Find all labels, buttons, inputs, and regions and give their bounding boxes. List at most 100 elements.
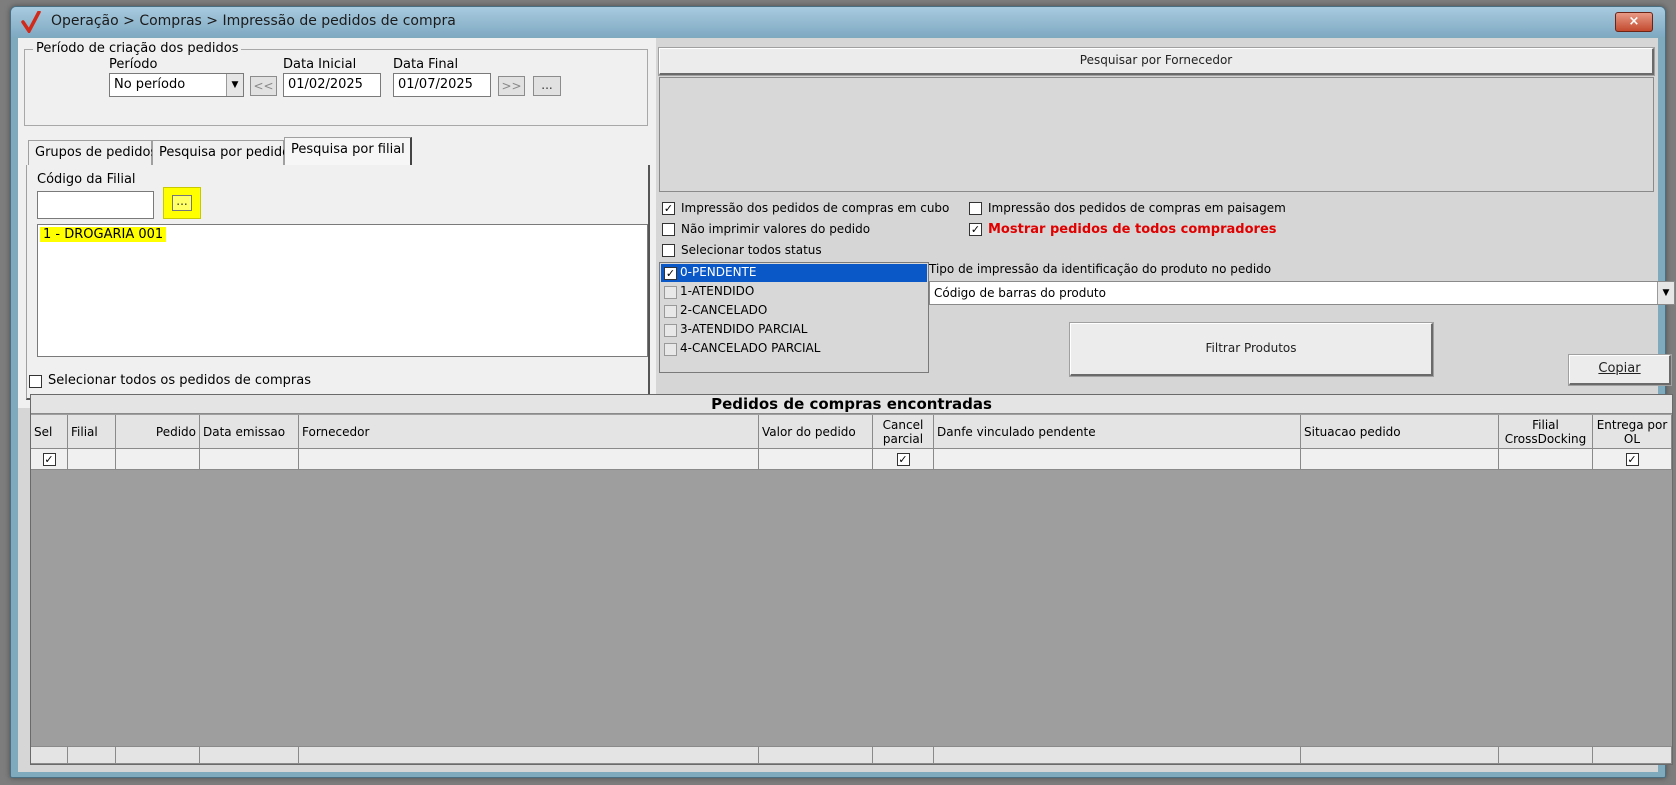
chevron-down-icon[interactable]: ▼ — [1657, 282, 1674, 304]
cubo-checkbox[interactable]: ✓ — [662, 202, 675, 215]
row-situacao-cell[interactable] — [1301, 449, 1499, 470]
footer-cell — [116, 746, 200, 764]
list-item[interactable]: 1 - DROGARIA 001 — [40, 227, 167, 242]
data-final-input[interactable]: 01/07/2025 — [393, 73, 491, 97]
column-header-valor-pedido[interactable]: Valor do pedido — [759, 415, 873, 449]
periodo-label: Período — [109, 57, 158, 72]
column-header-sel[interactable]: Sel — [31, 415, 68, 449]
row-valor-cell[interactable] — [759, 449, 873, 470]
grid-title: Pedidos de compras encontradas — [31, 395, 1672, 414]
paisagem-checkbox[interactable] — [969, 202, 982, 215]
list-item[interactable]: 3-ATENDIDO PARCIAL — [680, 322, 807, 336]
select-all-orders-label: Selecionar todos os pedidos de compras — [48, 373, 311, 388]
nao-valores-label: Não imprimir valores do pedido — [681, 222, 871, 236]
footer-cell — [1301, 746, 1499, 764]
row-data-cell[interactable] — [200, 449, 299, 470]
footer-cell — [68, 746, 116, 764]
checkmark-app-icon — [21, 11, 41, 33]
list-item[interactable]: 0-PENDENTE — [680, 265, 756, 279]
prev-period-button[interactable]: << — [250, 76, 277, 96]
grid-footer-row — [31, 746, 1672, 764]
status-3-checkbox[interactable] — [664, 324, 677, 337]
filial-search-button[interactable]: ... — [163, 187, 201, 219]
next-period-button[interactable]: >> — [498, 76, 525, 96]
periodo-group-legend: Período de criação dos pedidos — [33, 41, 242, 56]
mostrar-compradores-checkbox[interactable]: ✓ — [969, 223, 982, 236]
filial-list[interactable]: 1 - DROGARIA 001 — [37, 224, 648, 357]
chevron-down-icon[interactable]: ▼ — [226, 74, 243, 96]
row-pedido-cell[interactable] — [116, 449, 200, 470]
filtrar-produtos-button[interactable]: Filtrar Produtos — [1069, 322, 1434, 377]
footer-cell — [200, 746, 299, 764]
row-entrega-cell[interactable]: ✓ — [1593, 449, 1672, 470]
row-cancel-checkbox[interactable]: ✓ — [896, 452, 910, 466]
status-1-checkbox[interactable] — [664, 286, 677, 299]
list-item[interactable]: 1-ATENDIDO — [680, 284, 754, 298]
row-fornecedor-cell[interactable] — [299, 449, 759, 470]
row-sel-cell[interactable]: ✓ — [31, 449, 68, 470]
nao-valores-checkbox[interactable] — [662, 223, 675, 236]
todos-status-checkbox[interactable] — [662, 244, 675, 257]
window-title: Operação > Compras > Impressão de pedido… — [51, 13, 456, 29]
todos-status-label: Selecionar todos status — [681, 243, 822, 257]
copiar-button[interactable]: Copiar — [1568, 354, 1672, 386]
row-danfe-cell[interactable] — [934, 449, 1301, 470]
select-all-orders-checkbox[interactable] — [29, 375, 42, 388]
tab-pesquisa-filial[interactable]: Pesquisa por filial — [284, 137, 412, 166]
column-header-pedido[interactable]: Pedido — [116, 415, 200, 449]
row-entrega-checkbox[interactable]: ✓ — [1625, 452, 1639, 466]
column-header-fornecedor[interactable]: Fornecedor — [299, 415, 759, 449]
row-sel-checkbox[interactable]: ✓ — [42, 452, 56, 466]
footer-cell — [31, 746, 68, 764]
pesquisar-fornecedor-button[interactable]: Pesquisar por Fornecedor — [658, 47, 1655, 76]
column-header-danfe[interactable]: Danfe vinculado pendente — [934, 415, 1301, 449]
data-inicial-label: Data Inicial — [283, 57, 357, 72]
tab-grupos-pedidos[interactable]: Grupos de pedidos — [28, 140, 157, 166]
status-2-checkbox[interactable] — [664, 305, 677, 318]
tipo-impressao-label: Tipo de impressão da identificação do pr… — [929, 262, 1272, 276]
codigo-filial-input[interactable] — [37, 191, 154, 219]
footer-cell — [1593, 746, 1672, 764]
column-header-filial[interactable]: Filial — [68, 415, 116, 449]
column-header-crossdocking[interactable]: Filial CrossDocking — [1499, 415, 1593, 449]
tipo-impressao-select[interactable]: Código de barras do produto ▼ — [929, 281, 1675, 305]
tab-pesquisa-pedido[interactable]: Pesquisa por pedido — [152, 140, 290, 166]
table-row[interactable]: ✓ ✓ ✓ — [31, 449, 1672, 470]
codigo-filial-label: Código da Filial — [37, 172, 136, 187]
cubo-label: Impressão dos pedidos de compras em cubo — [681, 201, 950, 215]
status-4-checkbox[interactable] — [664, 343, 677, 356]
periodo-select[interactable]: No período ▼ — [109, 73, 244, 97]
orders-grid: Pedidos de compras encontradas Sel Filia… — [30, 394, 1673, 765]
main-window: Operação > Compras > Impressão de pedido… — [10, 6, 1675, 778]
left-panel: Período de criação dos pedidos Período N… — [18, 38, 656, 408]
footer-cell — [873, 746, 934, 764]
footer-cell — [759, 746, 873, 764]
fornecedor-area — [659, 77, 1654, 192]
grid-header: Sel Filial Pedido Data emissao Fornecedo… — [31, 415, 1672, 449]
tipo-impressao-value: Código de barras do produto — [934, 286, 1106, 300]
row-crossdocking-cell[interactable] — [1499, 449, 1593, 470]
footer-cell — [299, 746, 759, 764]
client-area: Período de criação dos pedidos Período N… — [18, 38, 1675, 772]
data-inicial-input[interactable]: 01/02/2025 — [283, 73, 381, 97]
period-more-button[interactable]: ... — [533, 76, 561, 96]
mostrar-compradores-label: Mostrar pedidos de todos compradores — [988, 222, 1277, 237]
column-header-cancel-parcial[interactable]: Cancel parcial — [873, 415, 934, 449]
column-header-entrega-ol[interactable]: Entrega por OL — [1593, 415, 1672, 449]
row-cancel-cell[interactable]: ✓ — [873, 449, 934, 470]
status-list[interactable]: ✓ 0-PENDENTE 1-ATENDIDO 2-CANCELADO 3-AT… — [659, 262, 929, 373]
list-item[interactable]: 2-CANCELADO — [680, 303, 767, 317]
periodo-select-value: No período — [114, 77, 186, 92]
row-filial-cell[interactable] — [68, 449, 116, 470]
filial-search-button-label: ... — [172, 195, 192, 211]
data-final-label: Data Final — [393, 57, 459, 72]
column-header-situacao[interactable]: Situacao pedido — [1301, 415, 1499, 449]
footer-cell — [934, 746, 1301, 764]
list-item[interactable]: 4-CANCELADO PARCIAL — [680, 341, 820, 355]
title-bar: Operação > Compras > Impressão de pedido… — [11, 7, 1665, 37]
paisagem-label: Impressão dos pedidos de compras em pais… — [988, 201, 1286, 215]
footer-cell — [1499, 746, 1593, 764]
column-header-data-emissao[interactable]: Data emissao — [200, 415, 299, 449]
status-0-checkbox[interactable]: ✓ — [664, 267, 677, 280]
close-button[interactable]: × — [1615, 12, 1653, 32]
